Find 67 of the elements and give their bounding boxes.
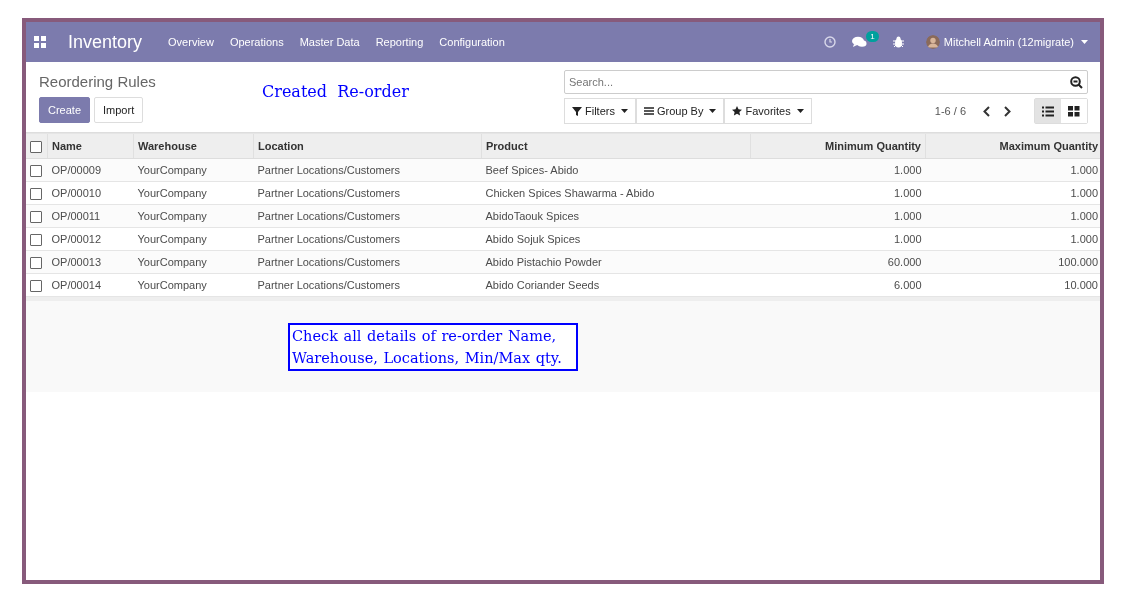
pager-text: 1-6 / 6 xyxy=(934,105,966,117)
column-header[interactable]: Name xyxy=(47,133,134,159)
table-cell: 1.000 xyxy=(750,158,926,182)
search-icon xyxy=(1070,76,1083,89)
caret-icon xyxy=(709,109,717,113)
table-cell: OP/00011 xyxy=(47,204,134,228)
table-cell: 1.000 xyxy=(925,158,1100,182)
table-cell: Partner Locations/Customers xyxy=(253,204,482,228)
grid-icon xyxy=(34,36,46,48)
user-name: Mitchell Admin (12migrate) xyxy=(943,36,1074,48)
import-button[interactable]: Import xyxy=(94,97,144,123)
bug-icon xyxy=(892,36,904,48)
table-cell: 60.000 xyxy=(750,250,926,274)
filter-dropdown-button[interactable]: Filters xyxy=(564,98,636,124)
table-cell: AbidoTaouk Spices xyxy=(481,204,751,228)
column-header[interactable]: Minimum Quantity xyxy=(750,133,926,159)
checkbox[interactable] xyxy=(30,279,42,292)
funnel-icon xyxy=(572,106,582,116)
create-button[interactable]: Create xyxy=(39,97,91,123)
table-cell: OP/00013 xyxy=(47,250,134,274)
search-field[interactable]: Search... xyxy=(564,70,1088,94)
checkbox[interactable] xyxy=(30,256,42,269)
chevron-right-icon xyxy=(1004,105,1011,117)
table-cell: YourCompany xyxy=(133,250,254,274)
checkbox[interactable] xyxy=(30,187,42,200)
menu-item[interactable]: Master Data xyxy=(299,36,360,48)
table-cell: 1.000 xyxy=(925,204,1100,228)
chat-icon xyxy=(852,36,868,48)
message-count-badge: 1 xyxy=(866,30,879,42)
column-header[interactable]: Maximum Quantity xyxy=(925,133,1100,159)
checkbox[interactable] xyxy=(30,164,42,177)
filter-dropdown-button[interactable]: Group By xyxy=(635,98,725,124)
checkbox[interactable] xyxy=(30,140,42,153)
table-cell: Partner Locations/Customers xyxy=(253,250,482,274)
annotation-callout: Check all details of re-order Name, Warehouse, Locations, Min/Max qty. xyxy=(288,323,578,371)
menu-item[interactable]: Configuration xyxy=(439,36,505,48)
list-icon xyxy=(1042,105,1054,117)
user-menu[interactable]: Mitchell Admin (12migrate) xyxy=(925,35,1088,49)
avatar-icon xyxy=(925,35,940,49)
menu-item[interactable]: Overview xyxy=(168,36,214,48)
caret-icon xyxy=(796,109,804,113)
chevron-left-icon xyxy=(983,105,990,117)
caret-icon xyxy=(620,109,628,113)
column-header[interactable]: Location xyxy=(253,133,482,159)
list-lines-icon xyxy=(643,106,654,116)
caret-icon xyxy=(1081,40,1088,44)
column-header[interactable]: Warehouse xyxy=(133,133,254,159)
list-view-button[interactable] xyxy=(1035,99,1061,123)
clock-icon xyxy=(824,36,837,48)
table-cell: YourCompany xyxy=(133,204,254,228)
filter-dropdown-button[interactable]: Favorites xyxy=(724,98,812,124)
table-cell: Partner Locations/Customers xyxy=(253,158,482,182)
menu-item[interactable]: Operations xyxy=(229,36,284,48)
table-cell: Abido Pistachio Powder xyxy=(481,250,751,274)
table-cell: 1.000 xyxy=(750,204,926,228)
checkbox[interactable] xyxy=(30,210,42,223)
page-title: Reordering Rules xyxy=(39,73,156,90)
grid-icon xyxy=(1068,105,1080,117)
table-cell: 100.000 xyxy=(925,250,1100,274)
column-header[interactable]: Product xyxy=(481,133,751,159)
menu-item[interactable]: Reporting xyxy=(375,36,424,48)
star-icon xyxy=(732,106,743,116)
table-cell: Beef Spices- Abido xyxy=(481,158,751,182)
table-cell: YourCompany xyxy=(133,158,254,182)
app-title[interactable]: Inventory xyxy=(68,31,143,53)
checkbox[interactable] xyxy=(30,233,42,246)
annotation-text: Created Re-order xyxy=(262,82,409,101)
